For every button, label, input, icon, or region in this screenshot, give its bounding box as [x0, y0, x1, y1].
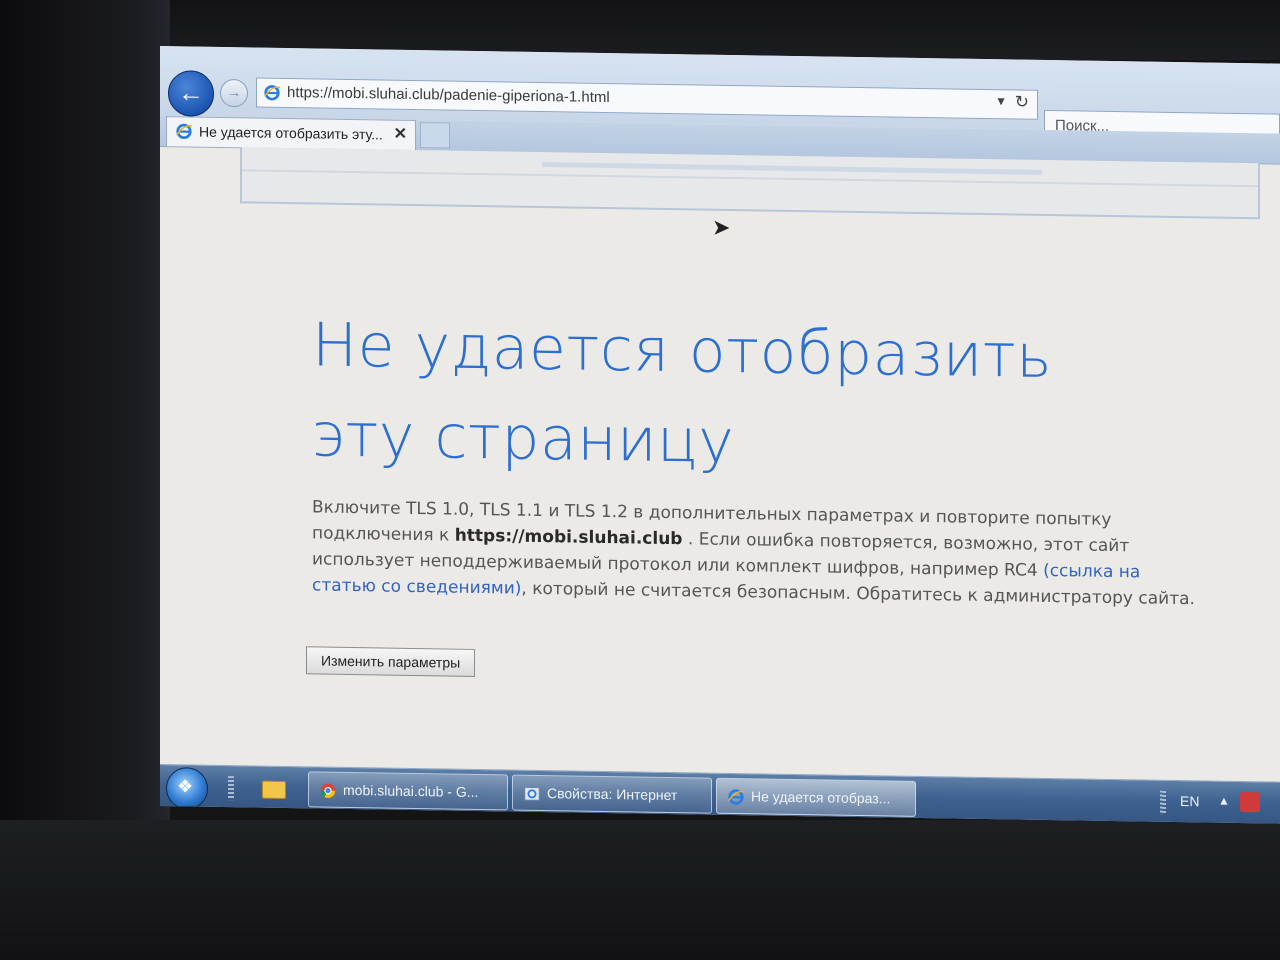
new-tab-button[interactable] — [420, 122, 450, 149]
taskbar-item-label: Свойства: Интернет — [547, 785, 678, 804]
desc-text: , который не считается безопасным. Обрат… — [521, 578, 1195, 610]
tray-grip[interactable] — [1160, 790, 1166, 815]
tab-active[interactable]: Не удается отобразить эту... ✕ — [166, 116, 416, 151]
chevron-up-icon[interactable]: ▲ — [1218, 794, 1230, 808]
page-title: Не удается отобразить эту страницу — [312, 310, 1053, 478]
taskbar-item-label: mobi.sluhai.club - G... — [343, 781, 479, 801]
change-settings-button[interactable]: Изменить параметры — [306, 646, 476, 677]
arrow-left-icon: ← — [178, 77, 204, 108]
screen: ← → https://mobi.sluhai.club/padenie-gip… — [160, 46, 1280, 824]
error-content: ➤ Не удается отобразить эту страницу Вкл… — [160, 202, 1280, 780]
folder-icon — [262, 780, 286, 799]
mouse-cursor-icon: ➤ — [712, 214, 731, 240]
desc-host: https://mobi.sluhai.club — [454, 525, 683, 550]
language-indicator[interactable]: EN — [1180, 793, 1199, 809]
divider — [242, 169, 1258, 188]
internet-options-icon — [524, 786, 540, 801]
taskbar-item-internet-options[interactable]: Свойства: Интернет — [512, 774, 712, 814]
tab-title: Не удается отобразить эту... — [199, 123, 383, 143]
taskbar-grip[interactable] — [228, 776, 234, 801]
explorer-button[interactable] — [258, 773, 290, 804]
monitor-bezel-left — [0, 0, 170, 960]
start-button[interactable]: ❖ — [166, 767, 208, 810]
chevron-down-icon[interactable]: ▼ — [995, 94, 1007, 108]
ie-icon — [176, 123, 193, 140]
ie-icon — [264, 85, 281, 101]
close-icon[interactable]: ✕ — [394, 124, 407, 144]
forward-button[interactable]: → — [220, 78, 248, 108]
taskbar-item-label: Не удается отобраз... — [751, 788, 891, 807]
taskbar-item-chrome[interactable]: mobi.sluhai.club - G... — [308, 771, 508, 811]
arrow-right-icon: → — [226, 84, 242, 102]
monitor-bezel-bottom — [0, 820, 1280, 960]
refresh-icon[interactable]: ↻ — [1015, 92, 1029, 112]
tray-app-icon[interactable] — [1240, 791, 1260, 813]
back-button[interactable]: ← — [168, 70, 214, 117]
windows-logo-icon: ❖ — [177, 776, 194, 797]
chrome-icon — [320, 783, 336, 798]
taskbar-item-ie[interactable]: Не удается отобраз... — [716, 777, 916, 817]
ie-icon — [728, 789, 745, 805]
divider — [542, 162, 1042, 175]
url-text[interactable]: https://mobi.sluhai.club/padenie-giperio… — [287, 84, 610, 106]
address-bar[interactable]: https://mobi.sluhai.club/padenie-giperio… — [256, 77, 1038, 120]
error-description: Включите TLS 1.0, TLS 1.1 и TLS 1.2 в до… — [312, 494, 1202, 612]
